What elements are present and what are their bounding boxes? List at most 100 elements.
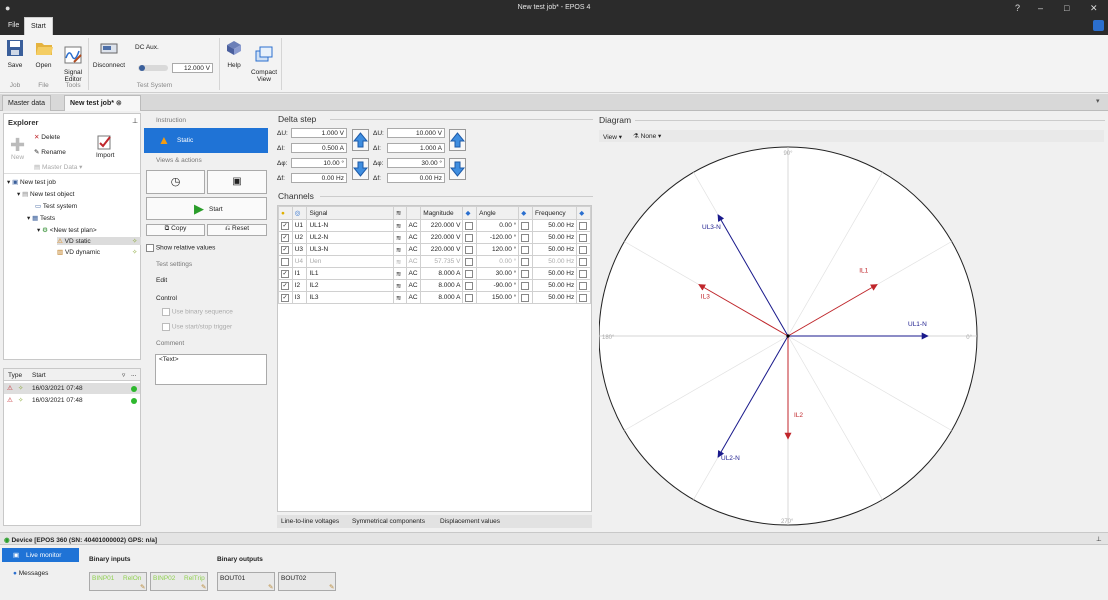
col-start[interactable]: Start	[32, 372, 46, 379]
channel-checkbox[interactable]: ✓	[281, 221, 289, 230]
filter-icon[interactable]: ▿	[122, 371, 125, 379]
tab-line-to-line[interactable]: Line-to-line voltages	[281, 518, 339, 525]
magnitude-checkbox[interactable]	[465, 257, 474, 266]
angle-checkbox[interactable]	[521, 221, 530, 230]
delta-f-field[interactable]: 0.00 Hz	[291, 173, 347, 183]
disconnect-button[interactable]: Disconnect	[92, 39, 126, 69]
delta-i-field-2[interactable]: 1.000 A	[387, 143, 445, 153]
magnitude-checkbox[interactable]	[465, 293, 474, 302]
tab-new-test-job[interactable]: New test job* ⊗	[64, 95, 141, 111]
delta-u-field[interactable]: 1.000 V	[291, 128, 347, 138]
rename-button[interactable]: ✎ Rename	[34, 148, 66, 156]
save-button[interactable]: Save	[4, 39, 26, 69]
col-magnitude[interactable]: Magnitude	[420, 206, 464, 220]
step-down-button-2[interactable]	[449, 158, 466, 180]
cell-angle[interactable]: 150.00 °	[476, 291, 520, 304]
use-trigger-checkbox[interactable]: Use start/stop trigger	[162, 323, 232, 331]
cell-angle[interactable]: -120.00 °	[476, 231, 520, 244]
cell-angle[interactable]: -90.00 °	[476, 279, 520, 292]
show-relative-checkbox[interactable]: Show relative values	[146, 244, 215, 252]
magnitude-checkbox[interactable]	[465, 233, 474, 242]
cell-magnitude[interactable]: 220.000 V	[420, 231, 464, 244]
tree-item-vd-dynamic[interactable]: ▥ VD dynamic ✧	[57, 248, 141, 256]
tree-item-test-plan[interactable]: ▾ ⚙ <New test plan>	[37, 226, 97, 234]
cell-frequency[interactable]: 50.00 Hz	[531, 243, 578, 256]
delta-i-field[interactable]: 0.500 A	[291, 143, 347, 153]
pin-icon[interactable]: ⊥	[1096, 535, 1102, 543]
frequency-checkbox[interactable]	[579, 257, 588, 266]
cell-angle[interactable]: 0.00 °	[476, 219, 520, 232]
channel-row[interactable]: ✓ U1 UL1-N ≋ AC 220.000 V 0.00 ° 50.00 Hz	[278, 219, 591, 232]
binary-output-2[interactable]: BOUT02 ✎	[278, 572, 336, 591]
col-frequency[interactable]: Frequency	[531, 206, 578, 220]
cell-magnitude[interactable]: 8.000 A	[420, 291, 464, 304]
step-down-button[interactable]	[352, 158, 369, 180]
col-ang-sort[interactable]: ◆	[518, 206, 533, 220]
magnitude-checkbox[interactable]	[465, 221, 474, 230]
cell-frequency[interactable]: 50.00 Hz	[531, 291, 578, 304]
checkbox[interactable]	[162, 323, 170, 331]
start-button[interactable]: ▶ Start	[146, 197, 267, 220]
angle-checkbox[interactable]	[521, 293, 530, 302]
result-row[interactable]: ⚠ ✧ 16/03/2021 07:48	[4, 383, 140, 394]
none-dropdown[interactable]: ⚗ None ▾	[633, 132, 661, 140]
step-up-button-2[interactable]	[449, 129, 466, 151]
channel-checkbox[interactable]: ✓	[281, 245, 289, 254]
use-binary-checkbox[interactable]: Use binary sequence	[162, 308, 233, 316]
help-icon[interactable]: ?	[1015, 3, 1020, 13]
angle-checkbox[interactable]	[521, 257, 530, 266]
tab-displacement[interactable]: Displacement values	[440, 518, 500, 525]
result-row[interactable]: ⚠ ✧ 16/03/2021 07:48	[4, 395, 140, 406]
cell-frequency[interactable]: 50.00 Hz	[531, 231, 578, 244]
cell-magnitude[interactable]: 8.000 A	[420, 279, 464, 292]
frequency-checkbox[interactable]	[579, 281, 588, 290]
channel-row[interactable]: ✓ I2 IL2 ≋ AC 8.000 A -90.00 ° 50.00 Hz	[278, 279, 591, 292]
magnitude-checkbox[interactable]	[465, 281, 474, 290]
view-dropdown[interactable]: View ▾	[603, 133, 622, 141]
cell-frequency[interactable]: 50.00 Hz	[531, 279, 578, 292]
frequency-checkbox[interactable]	[579, 293, 588, 302]
view-vector-button[interactable]: ◷	[146, 170, 205, 194]
col-type[interactable]: Type	[8, 372, 22, 379]
tab-close-icon[interactable]: ⊗	[116, 100, 122, 107]
tabs-dropdown-icon[interactable]: ▾	[1096, 97, 1100, 105]
open-button[interactable]: Open	[31, 39, 56, 69]
frequency-checkbox[interactable]	[579, 269, 588, 278]
tree-item-test-system[interactable]: ▭ Test system	[35, 202, 77, 210]
help-button[interactable]: Help	[223, 39, 245, 69]
checkbox[interactable]	[162, 308, 170, 316]
static-instruction-button[interactable]: ▲ Static	[144, 128, 268, 153]
frequency-checkbox[interactable]	[579, 221, 588, 230]
minimize-icon[interactable]: –	[1038, 3, 1043, 13]
binary-output-1[interactable]: BOUT01 ✎	[217, 572, 275, 591]
channel-checkbox[interactable]	[281, 257, 289, 266]
angle-checkbox[interactable]	[521, 281, 530, 290]
dc-aux-toggle[interactable]	[138, 65, 168, 71]
frequency-checkbox[interactable]	[579, 233, 588, 242]
magnitude-checkbox[interactable]	[465, 269, 474, 278]
messages-button[interactable]: ● Messages	[13, 570, 48, 577]
checkbox[interactable]	[146, 244, 154, 252]
delta-phi-field[interactable]: 10.00 °	[291, 158, 347, 168]
tree-item-vd-static[interactable]: ⚠ VD static ✧	[57, 237, 141, 245]
maximize-icon[interactable]: □	[1064, 3, 1069, 13]
cell-frequency[interactable]: 50.00 Hz	[531, 255, 578, 268]
cell-magnitude[interactable]: 220.000 V	[420, 219, 464, 232]
frequency-checkbox[interactable]	[579, 245, 588, 254]
col-type[interactable]: ≋	[392, 206, 407, 220]
tree-item-tests[interactable]: ▾ ▦ Tests	[27, 214, 55, 222]
binary-input-2[interactable]: BINP02 RelTrip ✎	[150, 572, 208, 591]
channel-checkbox[interactable]: ✓	[281, 293, 289, 302]
col-mag-sort[interactable]: ◆	[462, 206, 478, 220]
delta-phi-field-2[interactable]: 30.00 °	[387, 158, 445, 168]
reset-button[interactable]: ⎌ Reset	[207, 224, 267, 236]
angle-checkbox[interactable]	[521, 269, 530, 278]
angle-checkbox[interactable]	[521, 245, 530, 254]
channel-row[interactable]: U4 Uen ≋ AC 57.735 V 0.00 ° 50.00 Hz	[278, 255, 591, 268]
binary-input-1[interactable]: BINP01 RelOn ✎	[89, 572, 147, 591]
comment-textarea[interactable]: <Text>	[155, 354, 267, 385]
cell-magnitude[interactable]: 220.000 V	[420, 243, 464, 256]
edit-label[interactable]: Edit	[156, 277, 167, 284]
info-icon[interactable]	[1093, 20, 1104, 31]
col-angle[interactable]: Angle	[476, 206, 520, 220]
